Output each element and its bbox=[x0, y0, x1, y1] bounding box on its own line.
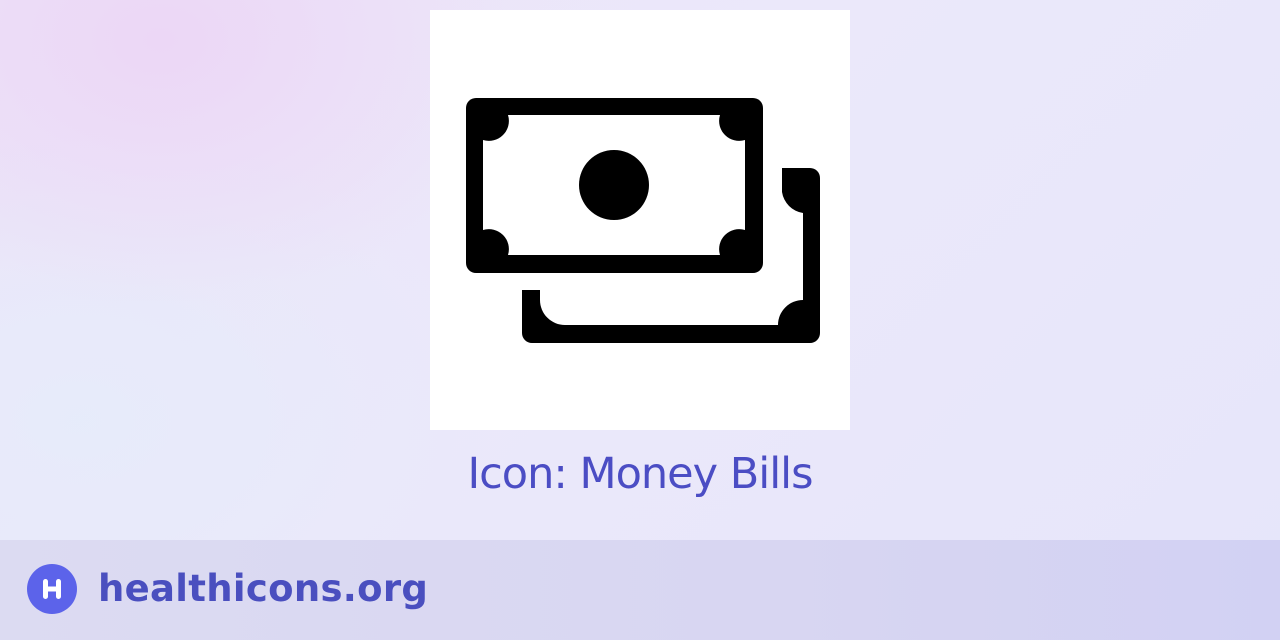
icon-preview-card bbox=[430, 10, 850, 430]
healthicons-logo-icon[interactable] bbox=[27, 564, 77, 614]
footer-bar: healthicons.org bbox=[0, 540, 1280, 640]
icon-title: Icon: Money Bills bbox=[467, 449, 813, 499]
money-bills-icon bbox=[466, 98, 820, 343]
site-name-link[interactable]: healthicons.org bbox=[98, 562, 428, 616]
